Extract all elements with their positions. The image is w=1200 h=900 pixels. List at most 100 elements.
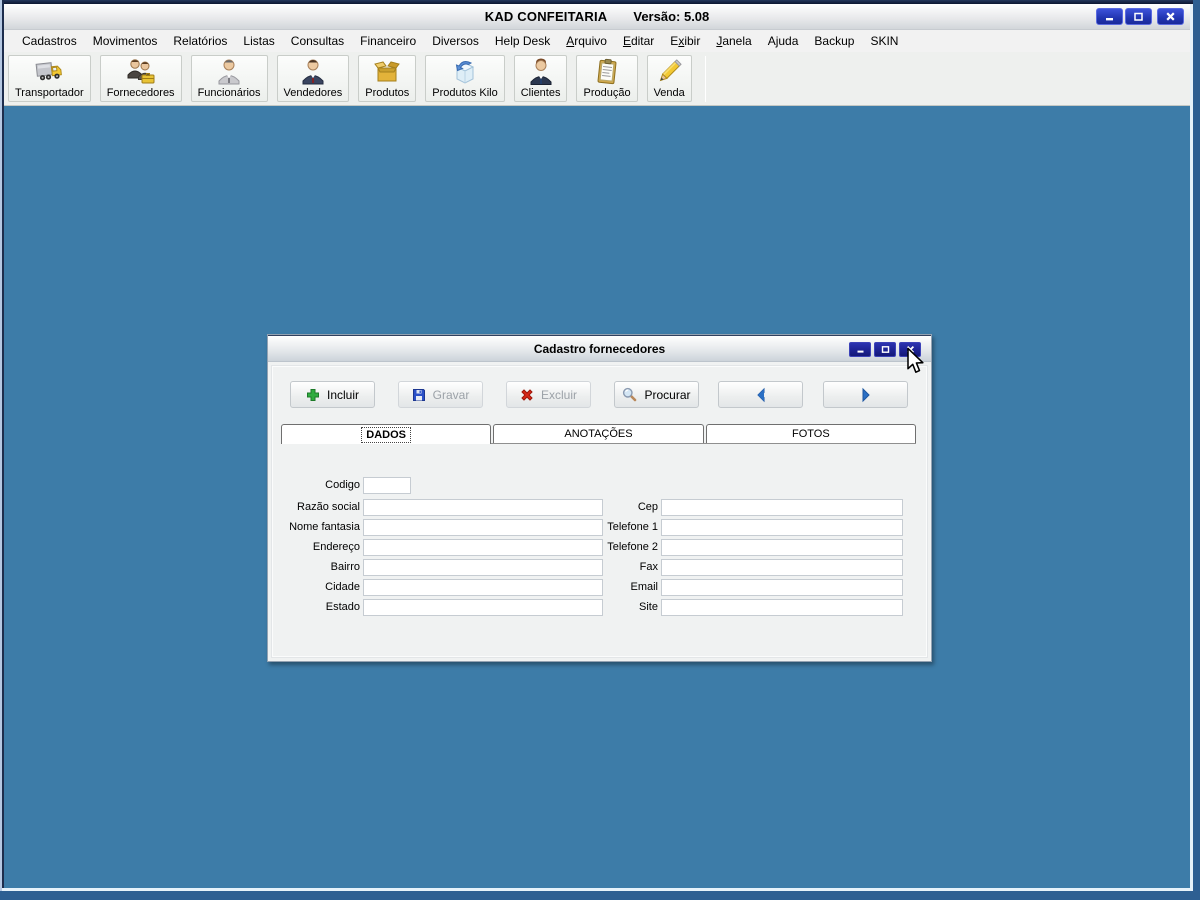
telefone2-input[interactable] xyxy=(661,539,903,556)
button-label: Incluir xyxy=(327,388,359,402)
toolbar-label: Produção xyxy=(583,87,630,100)
razao-social-input[interactable] xyxy=(363,499,603,516)
tab-label: FOTOS xyxy=(792,428,830,440)
toolbar-button-venda[interactable]: Venda xyxy=(647,55,692,102)
cep-input[interactable] xyxy=(661,499,903,516)
field-label-cep: Cep xyxy=(586,499,658,516)
menu-item-listas[interactable]: Listas xyxy=(235,32,282,50)
menu-item-janela[interactable]: Janela xyxy=(708,32,759,50)
window-frame-left-inner xyxy=(2,0,4,900)
field-label-codigo: Codigo xyxy=(274,477,360,494)
main-titlebar: KAD CONFEITARIA Versão: 5.08 xyxy=(4,4,1190,30)
menu-bar: Cadastros Movimentos Relatórios Listas C… xyxy=(4,30,1190,52)
estado-input[interactable] xyxy=(363,599,603,616)
minimize-icon xyxy=(1104,11,1115,22)
toolbar-label: Clientes xyxy=(521,87,561,100)
menu-item-ajuda[interactable]: Ajuda xyxy=(760,32,807,50)
field-label-fax: Fax xyxy=(586,559,658,576)
save-icon xyxy=(412,388,426,402)
dialog-titlebar[interactable]: Cadastro fornecedores xyxy=(268,335,931,362)
toolbar-label: Produtos Kilo xyxy=(432,87,497,100)
button-label: Gravar xyxy=(433,388,470,402)
delete-x-icon xyxy=(520,388,534,402)
window-frame-right xyxy=(1193,0,1200,900)
toolbar-button-produtos[interactable]: Produtos xyxy=(358,55,416,102)
box-icon xyxy=(372,57,402,87)
tab-fotos[interactable]: FOTOS xyxy=(706,424,916,443)
arrow-right-icon xyxy=(858,387,874,403)
field-label-telefone2: Telefone 2 xyxy=(586,539,658,556)
close-icon xyxy=(1165,11,1176,22)
field-label-telefone1: Telefone 1 xyxy=(586,519,658,536)
nome-fantasia-input[interactable] xyxy=(363,519,603,536)
dialog-maximize-button[interactable] xyxy=(874,342,896,357)
menu-item-arquivo[interactable]: Arquivo xyxy=(558,32,615,50)
field-label-nome-fantasia: Nome fantasia xyxy=(274,519,360,536)
bairro-input[interactable] xyxy=(363,559,603,576)
employee-icon xyxy=(214,57,244,87)
menu-item-backup[interactable]: Backup xyxy=(806,32,862,50)
glass-cube-icon xyxy=(449,57,481,87)
site-input[interactable] xyxy=(661,599,903,616)
app-version: Versão: 5.08 xyxy=(633,9,709,24)
close-button[interactable] xyxy=(1157,8,1184,25)
truck-icon xyxy=(33,57,65,87)
menu-item-relatorios[interactable]: Relatórios xyxy=(165,32,235,50)
minimize-button[interactable] xyxy=(1096,8,1123,25)
menu-item-consultas[interactable]: Consultas xyxy=(283,32,352,50)
cidade-input[interactable] xyxy=(363,579,603,596)
toolbar-button-clientes[interactable]: Clientes xyxy=(514,55,568,102)
plus-icon xyxy=(306,388,320,402)
dialog-minimize-button[interactable] xyxy=(849,342,871,357)
window-frame-bottom xyxy=(0,891,1200,900)
toolbar-button-producao[interactable]: Produção xyxy=(576,55,637,102)
maximize-button[interactable] xyxy=(1125,8,1152,25)
cadastro-fornecedores-dialog: Cadastro fornecedores Incluir xyxy=(267,334,932,662)
tab-label: DADOS xyxy=(362,428,410,442)
previous-record-button[interactable] xyxy=(718,381,803,408)
fax-input[interactable] xyxy=(661,559,903,576)
arrow-left-icon xyxy=(753,387,769,403)
menu-item-editar[interactable]: Editar xyxy=(615,32,662,50)
pencil-icon xyxy=(654,57,684,87)
toolbar-label: Vendedores xyxy=(284,87,343,100)
maximize-icon xyxy=(881,341,890,359)
gravar-button[interactable]: Gravar xyxy=(398,381,483,408)
toolbar-button-transportador[interactable]: Transportador xyxy=(8,55,91,102)
menu-item-financeiro[interactable]: Financeiro xyxy=(352,32,424,50)
endereco-input[interactable] xyxy=(363,539,603,556)
menu-item-skin[interactable]: SKIN xyxy=(862,32,906,50)
next-record-button[interactable] xyxy=(823,381,908,408)
incluir-button[interactable]: Incluir xyxy=(290,381,375,408)
main-toolbar: Transportador Fornecedores xyxy=(4,52,1190,106)
tab-anotacoes[interactable]: ANOTAÇÕES xyxy=(493,424,703,443)
toolbar-label: Transportador xyxy=(15,87,84,100)
toolbar-separator xyxy=(705,56,706,102)
window-controls xyxy=(1096,8,1184,25)
toolbar-button-vendedores[interactable]: Vendedores xyxy=(277,55,350,102)
toolbar-button-produtos-kilo[interactable]: Produtos Kilo xyxy=(425,55,504,102)
minimize-icon xyxy=(856,341,865,359)
toolbar-button-fornecedores[interactable]: Fornecedores xyxy=(100,55,182,102)
toolbar-label: Funcionários xyxy=(198,87,261,100)
field-label-site: Site xyxy=(586,599,658,616)
field-label-estado: Estado xyxy=(274,599,360,616)
procurar-button[interactable]: Procurar xyxy=(614,381,699,408)
toolbar-button-funcionarios[interactable]: Funcionários xyxy=(191,55,268,102)
codigo-input[interactable] xyxy=(363,477,411,494)
menu-item-cadastros[interactable]: Cadastros xyxy=(14,32,85,50)
clipboard-icon xyxy=(593,57,621,87)
excluir-button[interactable]: Excluir xyxy=(506,381,591,408)
menu-item-movimentos[interactable]: Movimentos xyxy=(85,32,166,50)
telefone1-input[interactable] xyxy=(661,519,903,536)
toolbar-label: Produtos xyxy=(365,87,409,100)
application-window: KAD CONFEITARIA Versão: 5.08 Cadastros M… xyxy=(0,0,1200,900)
menu-item-diversos[interactable]: Diversos xyxy=(424,32,487,50)
field-label-email: Email xyxy=(586,579,658,596)
menu-item-helpdesk[interactable]: Help Desk xyxy=(487,32,558,50)
field-label-razao-social: Razão social xyxy=(274,499,360,516)
tab-dados[interactable]: DADOS xyxy=(281,424,491,444)
email-input[interactable] xyxy=(661,579,903,596)
field-label-endereco: Endereço xyxy=(274,539,360,556)
menu-item-exibir[interactable]: Exibir xyxy=(662,32,708,50)
